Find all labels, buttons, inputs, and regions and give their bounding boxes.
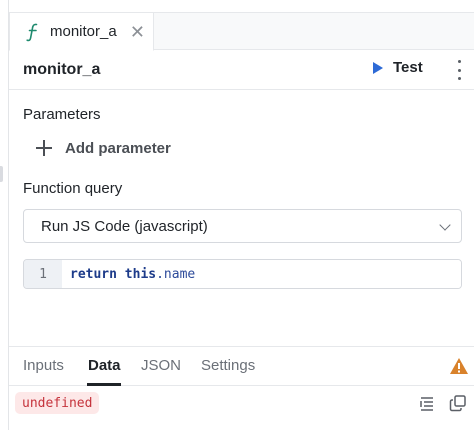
tab-monitor-a[interactable]: monitor_a ✕: [9, 12, 154, 51]
query-type-value: Run JS Code (javascript): [41, 217, 208, 235]
copy-icon[interactable]: [449, 394, 467, 412]
query-type-select[interactable]: Run JS Code (javascript): [23, 209, 462, 243]
warning-icon[interactable]: [449, 357, 469, 375]
parameters-heading: Parameters: [23, 106, 101, 123]
tab-strip: monitor_a ✕: [9, 12, 474, 51]
close-icon[interactable]: ✕: [130, 23, 145, 41]
add-parameter-button[interactable]: Add parameter: [35, 139, 171, 157]
test-button-label: Test: [393, 59, 423, 76]
panel-header: monitor_a Test: [9, 50, 474, 90]
code-line[interactable]: return this .name: [62, 260, 461, 288]
function-title: monitor_a: [23, 60, 101, 78]
format-lines-icon[interactable]: [419, 394, 437, 412]
output-value: undefined: [15, 392, 100, 414]
tab-json[interactable]: JSON: [141, 357, 181, 374]
tab-label: monitor_a: [50, 23, 117, 40]
code-editor[interactable]: 1 return this .name: [23, 259, 462, 289]
plus-icon: [35, 139, 53, 157]
function-query-heading: Function query: [23, 180, 123, 197]
code-property: .name: [156, 266, 196, 282]
test-button[interactable]: Test: [373, 59, 423, 76]
code-keyword-this: this: [124, 266, 157, 282]
tab-settings[interactable]: Settings: [201, 357, 255, 374]
function-icon: [26, 23, 38, 41]
function-editor-panel: monitor_a ✕ monitor_a Test Parameters Ad…: [8, 0, 474, 430]
panel-resize-handle[interactable]: [0, 166, 3, 182]
more-options-icon[interactable]: [455, 60, 463, 80]
tab-data[interactable]: Data: [88, 357, 121, 374]
output-tabs: Inputs Data JSON Settings: [9, 346, 474, 386]
active-tab-indicator: [87, 383, 121, 386]
play-icon: [373, 61, 383, 74]
line-number: 1: [24, 260, 62, 288]
tab-inputs[interactable]: Inputs: [23, 357, 64, 374]
code-keyword-return: return: [70, 266, 117, 282]
chevron-down-icon: [439, 219, 451, 231]
add-parameter-label: Add parameter: [65, 139, 171, 157]
